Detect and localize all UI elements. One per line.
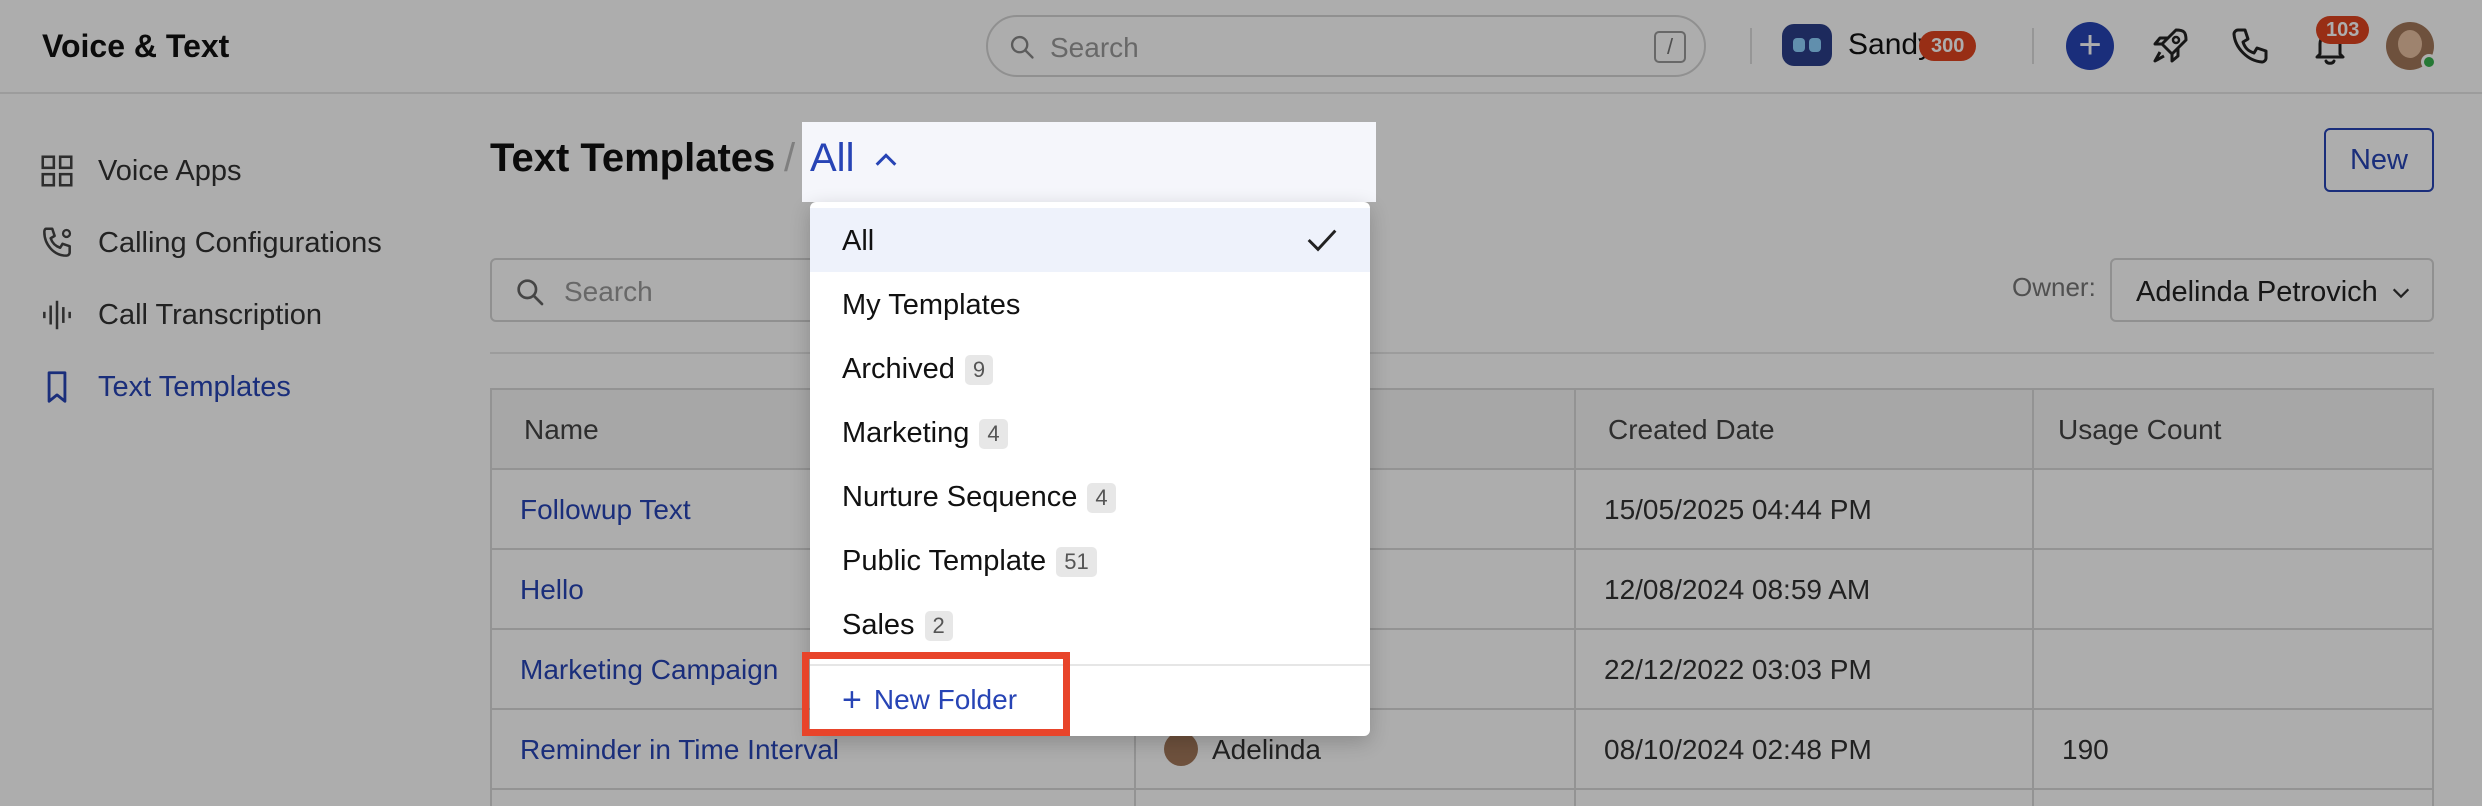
- folder-option-all[interactable]: All: [810, 208, 1370, 272]
- folder-option-label: Sales 2: [842, 609, 953, 642]
- folder-option-my-templates[interactable]: My Templates: [810, 272, 1370, 336]
- folder-option-archived[interactable]: Archived 9: [810, 336, 1370, 400]
- folder-name: Archived: [842, 353, 955, 385]
- folder-name: My Templates: [842, 289, 1021, 321]
- folder-count-badge: 4: [1087, 483, 1116, 514]
- folder-option-public-template[interactable]: Public Template 51: [810, 528, 1370, 592]
- folder-option-label: Nurture Sequence 4: [842, 481, 1116, 514]
- folder-count-badge: 4: [979, 419, 1008, 450]
- selected-folder: All: [810, 136, 855, 180]
- folder-option-nurture-sequence[interactable]: Nurture Sequence 4: [810, 464, 1370, 528]
- folder-count-badge: 51: [1056, 547, 1097, 578]
- folder-option-sales[interactable]: Sales 2: [810, 592, 1370, 656]
- folder-name: Sales: [842, 609, 915, 641]
- folder-count-badge: 2: [924, 611, 953, 642]
- folder-name: Nurture Sequence: [842, 481, 1078, 513]
- annotation-highlight-box: [802, 652, 1070, 736]
- folder-select-toggle[interactable]: All: [802, 122, 1376, 202]
- folder-name: Public Template: [842, 545, 1047, 577]
- folder-count-badge: 9: [964, 355, 994, 386]
- folder-option-marketing[interactable]: Marketing 4: [810, 400, 1370, 464]
- folder-name: Marketing: [842, 417, 970, 449]
- chevron-up-icon: [875, 153, 897, 166]
- folder-option-label: Marketing 4: [842, 417, 1008, 450]
- folder-option-label: All: [842, 225, 874, 258]
- folder-name: All: [842, 225, 875, 257]
- folder-option-label: My Templates: [842, 289, 1020, 322]
- folder-option-label: Archived 9: [842, 353, 994, 386]
- folder-option-label: Public Template 51: [842, 545, 1097, 578]
- checkmark-icon: [1307, 229, 1337, 252]
